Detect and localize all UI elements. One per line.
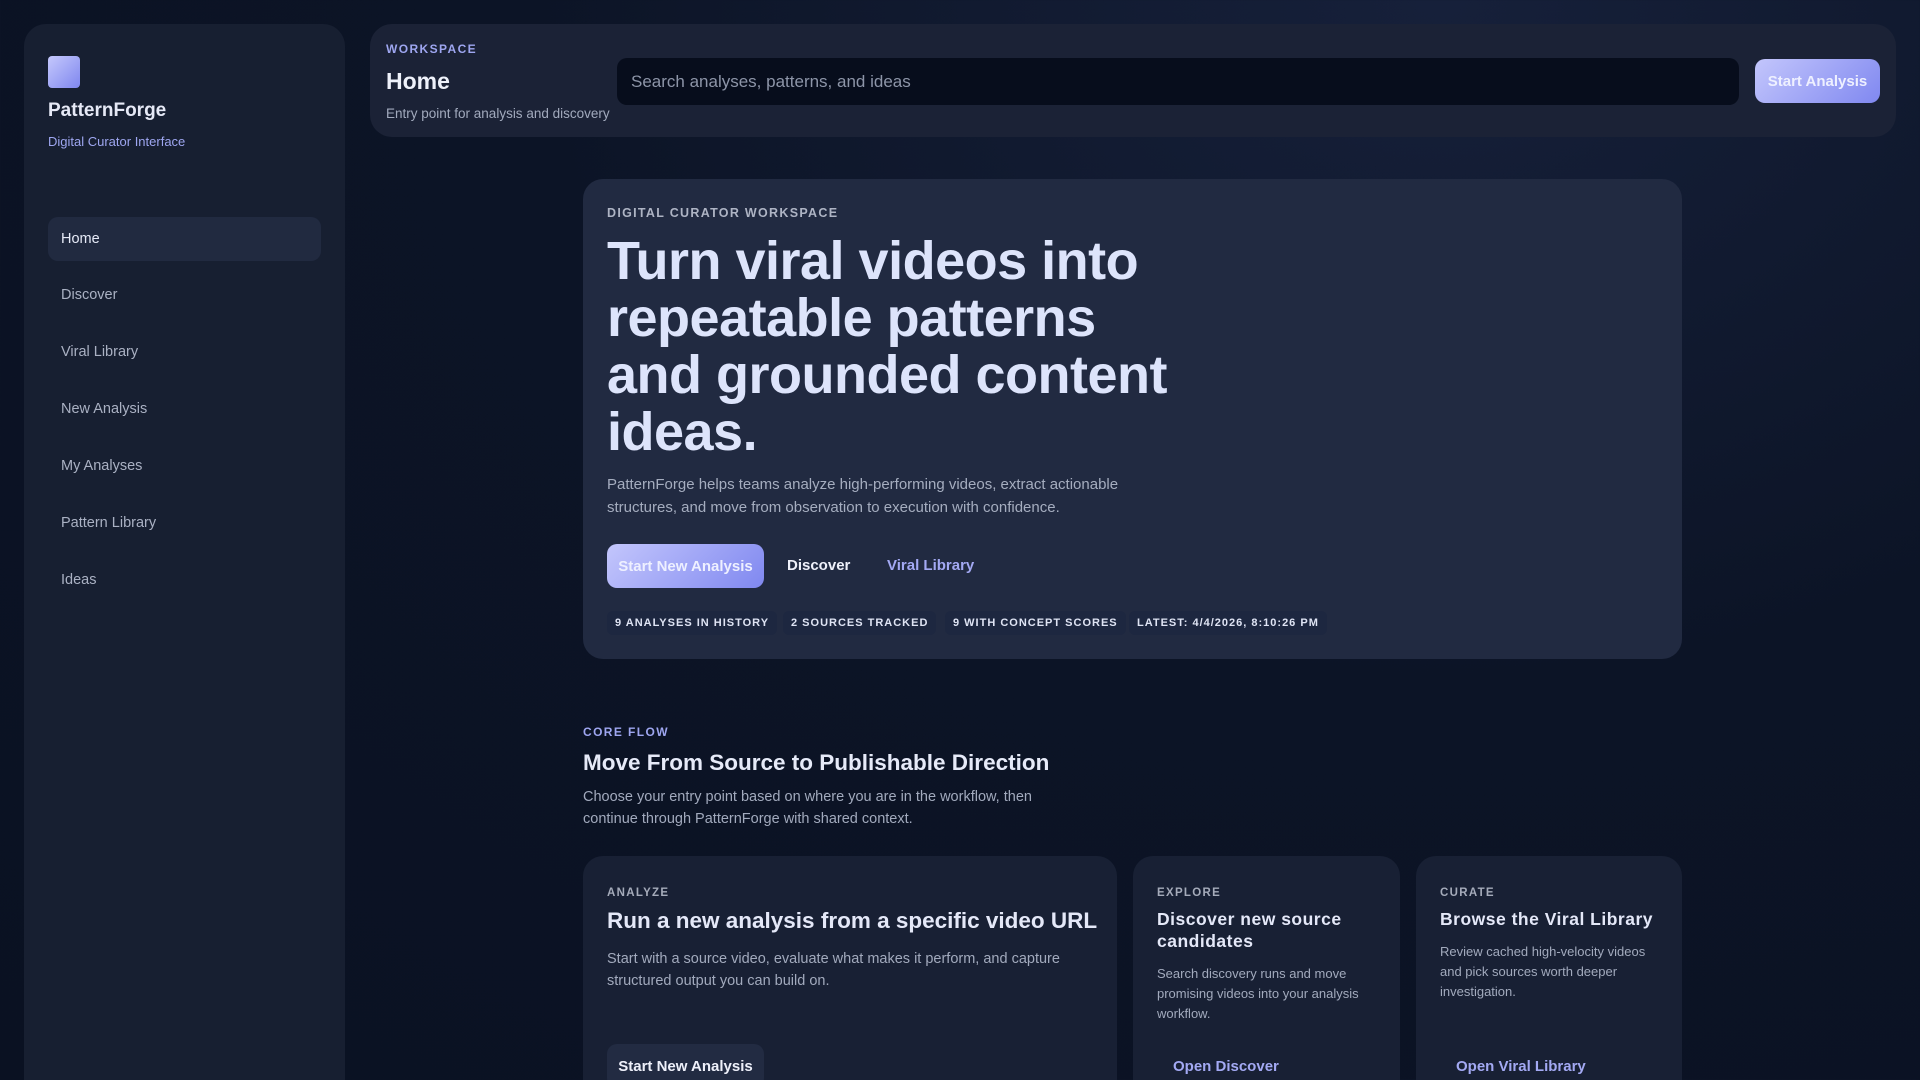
search-input[interactable] [617,58,1739,105]
sidebar-item-my-analyses[interactable]: My Analyses [48,444,321,488]
sidebar-item-viral-library[interactable]: Viral Library [48,330,321,374]
card-label: ANALYZE [607,887,670,899]
card-title: Browse the Viral Library [1440,909,1654,929]
open-discover-link[interactable]: Open Discover [1173,1058,1279,1075]
discover-button[interactable]: Discover [787,557,850,574]
core-flow-title: Move From Source to Publishable Directio… [583,750,1050,775]
viral-library-button[interactable]: Viral Library [887,557,974,574]
core-flow-eyebrow: CORE FLOW [583,725,669,739]
explore-card: EXPLORE Discover new source candidates S… [1133,856,1400,1080]
stat-chip-latest: LATEST: 4/4/2026, 8:10:26 PM [1129,611,1327,635]
card-label: CURATE [1440,887,1495,899]
sidebar-item-new-analysis[interactable]: New Analysis [48,387,321,431]
card-title: Run a new analysis from a specific video… [607,908,1098,933]
card-label: EXPLORE [1157,887,1222,899]
sidebar: PatternForge Digital Curator Interface H… [24,24,345,1080]
stat-chip-concept-scores: 9 WITH CONCEPT SCORES [945,611,1126,635]
start-new-analysis-button[interactable]: Start New Analysis [607,544,764,588]
hero-card: DIGITAL CURATOR WORKSPACE Turn viral vid… [583,179,1682,659]
card-start-new-analysis-button[interactable]: Start New Analysis [607,1044,764,1080]
topbar-eyebrow: WORKSPACE [386,42,478,56]
card-description: Search discovery runs and move promising… [1157,966,1359,1021]
page-subtitle: Entry point for analysis and discovery [386,106,610,121]
sidebar-item-ideas[interactable]: Ideas [48,558,321,602]
card-title: Discover new source candidates [1157,909,1342,951]
open-viral-library-link[interactable]: Open Viral Library [1456,1058,1586,1075]
card-description: Start with a source video, evaluate what… [607,951,1060,989]
core-flow-description: Choose your entry point based on where y… [583,789,1032,827]
start-analysis-button[interactable]: Start Analysis [1755,59,1880,103]
hero-description: PatternForge helps teams analyze high-pe… [607,476,1119,516]
logo-icon [48,56,80,88]
hero-headline: Turn viral videos into repeatable patter… [607,231,1167,462]
sidebar-item-discover[interactable]: Discover [48,273,321,317]
brand-subtitle: Digital Curator Interface [48,134,186,149]
sidebar-item-pattern-library[interactable]: Pattern Library [48,501,321,545]
brand-name: PatternForge [48,100,167,121]
stat-chip-sources: 2 SOURCES TRACKED [783,611,937,635]
top-bar: WORKSPACE Home Entry point for analysis … [370,24,1896,137]
curate-card: CURATE Browse the Viral Library Review c… [1416,856,1682,1080]
card-description: Review cached high-velocity videos and p… [1440,944,1646,999]
sidebar-item-home[interactable]: Home [48,217,321,261]
page-title: Home [386,68,450,94]
hero-eyebrow: DIGITAL CURATOR WORKSPACE [607,206,839,220]
analyze-card: ANALYZE Run a new analysis from a specif… [583,856,1117,1080]
stat-chip-analyses: 9 ANALYSES IN HISTORY [607,611,778,635]
